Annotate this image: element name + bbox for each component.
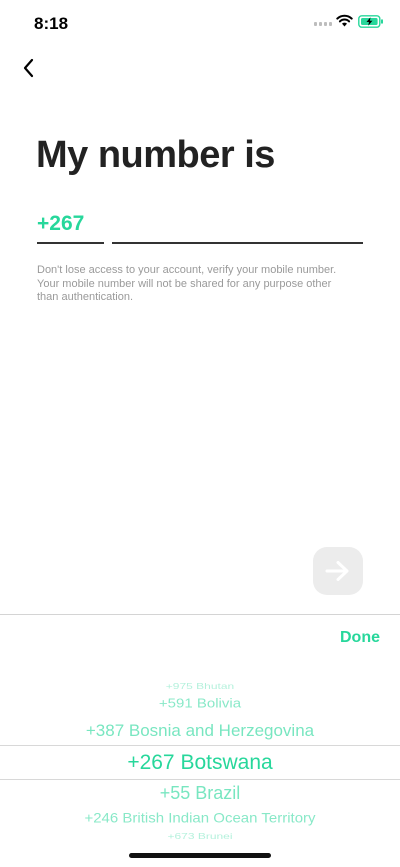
battery-charging-icon (358, 15, 383, 28)
helper-line-privacy: Your mobile number will not be shared fo… (37, 277, 332, 304)
next-button[interactable] (313, 547, 363, 595)
status-time: 8:18 (34, 14, 69, 33)
helper-text: Don't lose access to your account, verif… (37, 264, 337, 305)
picker-option[interactable]: +975 Bhutan (0, 681, 400, 691)
done-button[interactable]: Done (340, 629, 380, 647)
home-indicator[interactable] (129, 853, 271, 858)
country-code-value: +267 (37, 212, 85, 235)
phone-number-field[interactable] (112, 212, 363, 244)
picker-option[interactable]: +387 Bosnia and Herzegovina (0, 721, 400, 741)
phone-number-input[interactable] (112, 212, 363, 240)
picker-option[interactable]: +673 Brunei (0, 831, 400, 841)
picker-option[interactable]: +246 British Indian Ocean Territory (0, 811, 400, 826)
page-title: My number is (36, 134, 275, 176)
status-bar: 8:18 (0, 0, 400, 46)
picker-option[interactable]: +591 Bolivia (0, 696, 400, 711)
wifi-icon (336, 14, 353, 27)
picker-option-selected[interactable]: +267 Botswana (0, 751, 400, 775)
chevron-left-icon (23, 58, 34, 78)
back-button[interactable] (14, 54, 42, 82)
country-code-field[interactable]: +267 (37, 212, 104, 244)
picker-option[interactable]: +55 Brazil (0, 783, 400, 804)
arrow-right-icon (325, 561, 349, 581)
helper-line-verify: Don't lose access to your account, verif… (37, 264, 337, 276)
cellular-signal-icon (314, 22, 332, 26)
country-picker: Done +975 Bhutan +591 Bolivia +387 Bosni… (0, 614, 400, 867)
